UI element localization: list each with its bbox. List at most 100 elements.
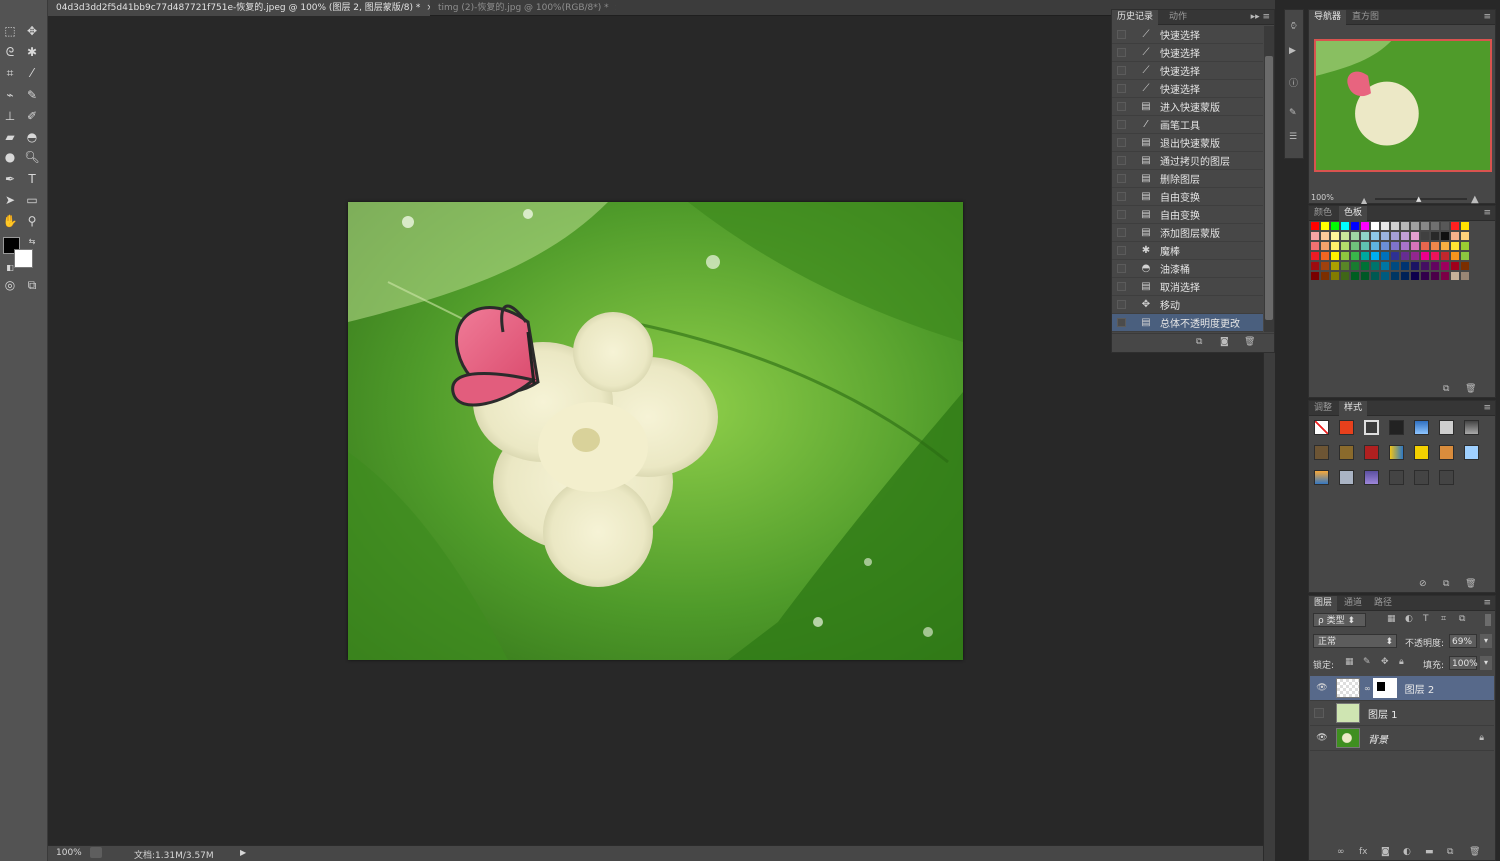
color-swatch[interactable] <box>1311 222 1319 230</box>
marquee-tool-icon[interactable]: ⬚ <box>0 22 20 40</box>
opacity-dropdown-icon[interactable]: ▾ <box>1480 634 1492 648</box>
history-state[interactable]: ✥ 移动 <box>1112 296 1263 314</box>
zoom-in-icon[interactable]: ▲ <box>1471 194 1479 205</box>
color-swatch[interactable] <box>1401 222 1409 230</box>
color-swatch[interactable] <box>1321 272 1329 280</box>
color-swatch[interactable] <box>1431 262 1439 270</box>
color-swatch[interactable] <box>1331 232 1339 240</box>
snapshot-icon[interactable]: ◙ <box>1220 337 1229 347</box>
navigator-zoom-slider[interactable]: ▲ <box>1375 195 1467 203</box>
color-swatch[interactable] <box>1441 272 1449 280</box>
zoom-level[interactable]: 100% <box>56 848 82 858</box>
color-swatch[interactable] <box>1451 272 1459 280</box>
panel-menu-icon[interactable]: ≡ <box>1483 403 1491 413</box>
navigator-zoom[interactable]: 100% <box>1311 193 1334 202</box>
filter-toggle[interactable] <box>1485 614 1491 626</box>
style-preset[interactable] <box>1439 445 1454 460</box>
tab-channels[interactable]: 通道 <box>1339 596 1367 611</box>
document-image[interactable] <box>348 202 963 660</box>
color-swatch[interactable] <box>1371 222 1379 230</box>
history-state[interactable]: ▤ 添加图层蒙版 <box>1112 224 1263 242</box>
history-source-checkbox[interactable] <box>1117 264 1126 273</box>
type-tool-icon[interactable]: T <box>22 170 42 188</box>
layer-filter-select[interactable]: ρ 类型 ⬍ <box>1313 613 1366 627</box>
history-source-checkbox[interactable] <box>1117 138 1126 147</box>
rectangle-tool-icon[interactable]: ▭ <box>22 191 42 209</box>
color-swatch[interactable] <box>1461 222 1469 230</box>
tab-actions[interactable]: 动作 <box>1164 10 1192 25</box>
color-swatch[interactable] <box>1361 232 1369 240</box>
healing-brush-tool-icon[interactable]: ⌁ <box>0 86 20 104</box>
panel-menu-icon[interactable]: ≡ <box>1483 598 1491 608</box>
layer-row[interactable]: 图层 1 <box>1310 701 1494 726</box>
color-swatch[interactable] <box>1451 252 1459 260</box>
blend-mode-select[interactable]: 正常 ⬍ <box>1313 634 1397 648</box>
document-tab[interactable]: timg (2)-恢复的.jpg @ 100%(RGB/8*) * × <box>430 0 616 16</box>
color-swatch[interactable] <box>1441 262 1449 270</box>
color-swatch[interactable] <box>1441 222 1449 230</box>
dodge-tool-icon[interactable]: 🔍︎ <box>22 148 42 166</box>
color-swatch[interactable] <box>1371 242 1379 250</box>
history-scroll-thumb[interactable] <box>1265 56 1273 320</box>
history-source-checkbox[interactable] <box>1117 174 1126 183</box>
screen-mode-icon[interactable]: ⧉ <box>22 276 42 294</box>
history-source-checkbox[interactable] <box>1117 318 1126 327</box>
actions-panel-icon[interactable]: ▶ <box>1289 46 1296 56</box>
lock-position-icon[interactable]: ✥ <box>1381 657 1389 667</box>
filter-shape-icon[interactable]: ⌗ <box>1441 614 1446 624</box>
style-preset[interactable] <box>1339 420 1354 435</box>
style-preset[interactable] <box>1389 470 1404 485</box>
history-source-checkbox[interactable] <box>1117 228 1126 237</box>
new-style-icon[interactable]: ⧉ <box>1443 579 1449 589</box>
layer-row[interactable]: 👁︎ ∞ 图层 2 <box>1310 676 1494 701</box>
new-group-icon[interactable]: ▬ <box>1425 847 1434 857</box>
color-swatch[interactable] <box>1461 272 1469 280</box>
opacity-field[interactable]: 69% <box>1449 634 1477 648</box>
history-source-checkbox[interactable] <box>1117 48 1126 57</box>
color-swatch[interactable] <box>1381 272 1389 280</box>
layer-mask-thumbnail[interactable] <box>1372 678 1397 698</box>
style-preset[interactable] <box>1389 420 1404 435</box>
history-source-checkbox[interactable] <box>1117 192 1126 201</box>
tab-histogram[interactable]: 直方图 <box>1347 10 1384 25</box>
color-swatch[interactable] <box>1401 262 1409 270</box>
delete-style-icon[interactable]: 🗑︎ <box>1465 579 1476 589</box>
style-preset[interactable] <box>1464 445 1479 460</box>
panel-menu-icon[interactable]: ≡ <box>1483 208 1491 218</box>
zoom-out-icon[interactable]: ▲ <box>1361 196 1367 205</box>
history-state[interactable]: ▤ 退出快速蒙版 <box>1112 134 1263 152</box>
color-swatch[interactable] <box>1451 242 1459 250</box>
lasso-tool-icon[interactable]: ᘓ <box>0 43 20 61</box>
swap-colors-icon[interactable]: ⇆ <box>22 232 42 250</box>
new-document-from-state-icon[interactable]: ⧉ <box>1196 337 1202 347</box>
color-swatch[interactable] <box>1331 262 1339 270</box>
pen-tool-icon[interactable]: ✒ <box>0 170 20 188</box>
filter-adjustment-icon[interactable]: ◐ <box>1405 614 1413 624</box>
color-swatch[interactable] <box>1411 262 1419 270</box>
color-swatch[interactable] <box>1361 262 1369 270</box>
style-preset[interactable] <box>1439 420 1454 435</box>
history-state[interactable]: ▤ 删除图层 <box>1112 170 1263 188</box>
history-state[interactable]: ▤ 进入快速蒙版 <box>1112 98 1263 116</box>
style-preset[interactable] <box>1314 470 1329 485</box>
style-preset[interactable] <box>1339 470 1354 485</box>
color-swatch[interactable] <box>1341 222 1349 230</box>
color-swatch[interactable] <box>1391 262 1399 270</box>
color-swatch[interactable] <box>1411 232 1419 240</box>
style-preset[interactable] <box>1414 470 1429 485</box>
color-swatch[interactable] <box>1351 272 1359 280</box>
history-source-checkbox[interactable] <box>1117 66 1126 75</box>
default-colors-icon[interactable]: ◧ <box>0 258 20 276</box>
color-swatch[interactable] <box>1371 272 1379 280</box>
visibility-eye-icon[interactable]: 👁︎ <box>1314 733 1330 743</box>
canvas-workspace[interactable] <box>48 16 1263 845</box>
color-swatch[interactable] <box>1421 242 1429 250</box>
history-source-checkbox[interactable] <box>1117 30 1126 39</box>
color-swatch[interactable] <box>1361 242 1369 250</box>
history-source-checkbox[interactable] <box>1117 120 1126 129</box>
status-info-icon[interactable] <box>90 847 102 858</box>
delete-state-icon[interactable]: 🗑︎ <box>1244 337 1255 347</box>
color-swatch[interactable] <box>1391 272 1399 280</box>
magic-wand-tool-icon[interactable]: ✱ <box>22 43 42 61</box>
color-swatch[interactable] <box>1351 232 1359 240</box>
